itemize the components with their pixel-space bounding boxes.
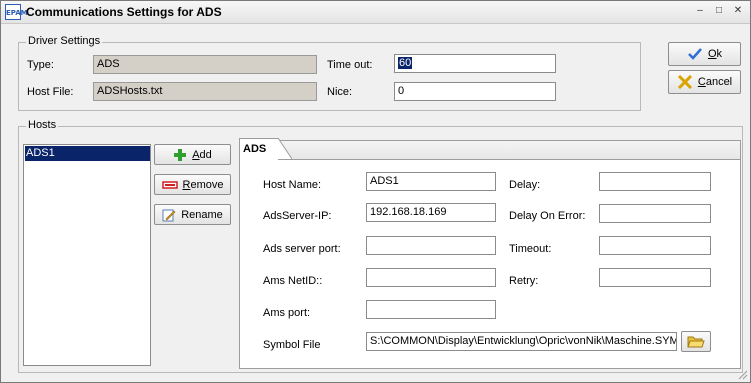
delay-on-error-label: Delay On Error:	[509, 210, 586, 222]
host-file-label: Host File:	[27, 86, 74, 98]
browse-symbol-file-button[interactable]	[681, 331, 711, 352]
host-name-field[interactable]: ADS1	[366, 172, 496, 191]
maximize-button[interactable]: □	[712, 5, 726, 17]
ok-label: Ok	[707, 48, 723, 60]
ams-netid-label: Ams NetID::	[263, 275, 323, 287]
add-host-button[interactable]: Add	[154, 144, 231, 165]
ads-server-ip-field[interactable]: 192.168.18.169	[366, 203, 496, 222]
cancel-label: Cancel	[697, 76, 733, 88]
nice-field[interactable]: 0	[394, 82, 556, 101]
rename-host-button[interactable]: Rename	[154, 204, 231, 225]
ads-server-ip-label: AdsServer-IP:	[263, 210, 332, 222]
ams-port-field[interactable]	[366, 300, 496, 319]
plus-icon	[174, 148, 187, 161]
type-label: Type:	[27, 59, 54, 71]
cancel-button[interactable]: Cancel	[668, 70, 741, 94]
delay-field[interactable]	[599, 172, 711, 191]
ams-netid-field[interactable]	[366, 268, 496, 287]
remove-label: Remove	[182, 178, 224, 191]
driver-settings-legend: Driver Settings	[26, 35, 103, 47]
add-label: Add	[192, 148, 212, 161]
host-name-label: Host Name:	[263, 179, 322, 191]
ads-server-port-field[interactable]	[366, 236, 496, 255]
remove-host-button[interactable]: Remove	[154, 174, 231, 195]
retry-field[interactable]	[599, 268, 711, 287]
tab-ads[interactable]: ADS	[239, 138, 279, 160]
resize-grip[interactable]	[736, 368, 748, 380]
remove-icon	[161, 180, 178, 189]
host-file-field: ADSHosts.txt	[93, 82, 317, 101]
dialog-window: EPAM Communications Settings for ADS – □…	[0, 0, 751, 383]
close-button[interactable]: ✕	[731, 5, 745, 17]
timeout-tab-field[interactable]	[599, 236, 711, 255]
rename-label: Rename	[181, 208, 223, 221]
check-icon	[688, 48, 702, 60]
folder-open-icon	[687, 336, 705, 347]
ok-button[interactable]: Ok	[668, 42, 741, 66]
list-item-ads1[interactable]: ADS1	[25, 146, 150, 161]
tab-strip	[278, 140, 741, 160]
rename-icon	[162, 209, 176, 221]
timeout-field[interactable]: 60	[394, 54, 556, 73]
timeout-value: 60	[398, 57, 413, 69]
symbol-file-field[interactable]: S:\COMMON\Display\Entwicklung\Opric\vonN…	[366, 332, 677, 351]
timeout-label: Time out:	[327, 59, 373, 71]
minimize-button[interactable]: –	[693, 5, 707, 17]
ams-port-label: Ams port:	[263, 307, 311, 319]
nice-label: Nice:	[327, 86, 353, 98]
symbol-file-label: Symbol File	[263, 339, 321, 351]
title-bar[interactable]: EPAM Communications Settings for ADS – □…	[1, 1, 750, 24]
cancel-x-icon	[677, 75, 692, 89]
tab-slant	[278, 138, 292, 160]
window-title: Communications Settings for ADS	[26, 5, 222, 19]
hosts-legend: Hosts	[26, 119, 59, 131]
ads-server-port-label: Ads server port:	[263, 243, 341, 255]
type-field: ADS	[93, 55, 317, 74]
timeout-tab-label: Timeout:	[509, 243, 552, 255]
delay-on-error-field[interactable]	[599, 204, 711, 223]
hosts-list[interactable]: ADS1	[23, 144, 151, 366]
delay-label: Delay:	[509, 179, 541, 191]
app-icon: EPAM	[5, 4, 28, 20]
retry-label: Retry:	[509, 275, 539, 287]
